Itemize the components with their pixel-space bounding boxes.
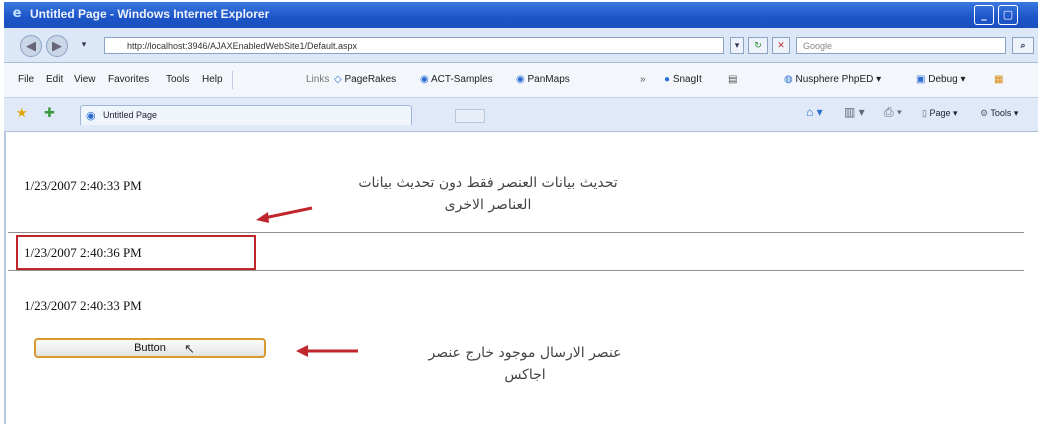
nusphere-label: Nusphere PhpED: [795, 74, 874, 85]
window-title: Untitled Page - Windows Internet Explore…: [30, 7, 270, 21]
arrow-icon: [296, 345, 358, 357]
link-panmaps[interactable]: ◉ PanMaps: [516, 74, 570, 85]
debug-button[interactable]: ▣ Debug ▾: [916, 74, 966, 85]
tab-label: Untitled Page: [103, 110, 158, 120]
menu-edit[interactable]: Edit: [46, 74, 63, 85]
links-label: Links: [306, 74, 330, 85]
annotation-line: عنصر الارسال موجود خارج عنصر: [428, 345, 622, 361]
menu-file[interactable]: File: [18, 74, 34, 85]
update-panel-top-border: [8, 232, 1024, 233]
annotation-line: اجاكس: [504, 367, 546, 383]
annotation-line: العناصر الاخرى: [444, 197, 532, 213]
link-icon: ◇: [334, 74, 345, 85]
maximize-button[interactable]: ▢: [998, 5, 1018, 25]
menu-bar: File Edit View Favorites Tools Help Link…: [4, 63, 1038, 98]
stop-icon[interactable]: ✕: [772, 37, 790, 54]
timestamp-top: 1/23/2007 2:40:33 PM: [24, 178, 142, 193]
annotation-submit-outside: عنصر الارسال موجود خارج عنصر اجاكس: [390, 342, 660, 386]
new-tab-button[interactable]: [455, 109, 485, 123]
forward-button[interactable]: ▶: [46, 35, 68, 57]
title-bar: e Untitled Page - Windows Internet Explo…: [4, 2, 1038, 28]
favorites-star-icon[interactable]: ★: [16, 105, 28, 121]
debug-label: Debug: [928, 74, 958, 85]
snagit-icon: ●: [664, 74, 673, 85]
annotation-partial-update: تحديث بيانات العنصر فقط دون تحديث بيانات…: [318, 172, 658, 216]
snagit-label: SnagIt: [672, 74, 702, 85]
page-menu[interactable]: ▯ Page ▾: [922, 108, 958, 119]
chevron-down-icon: ▾: [1011, 108, 1019, 118]
chevron-more-icon[interactable]: »: [640, 74, 646, 85]
gear-icon: ⚙: [980, 108, 991, 118]
address-dropdown-icon[interactable]: ▾: [730, 37, 744, 54]
page-menu-label: Page: [929, 108, 951, 118]
menu-divider: [232, 71, 233, 89]
timestamp-bottom: 1/23/2007 2:40:33 PM: [24, 298, 142, 313]
toolbar-icon[interactable]: ▤: [728, 74, 737, 85]
nusphere-icon: ◍: [784, 74, 796, 85]
update-panel-bottom-border: [8, 270, 1024, 271]
page-content: 1/23/2007 2:40:33 PM تحديث بيانات العنصر…: [4, 132, 1038, 424]
ie-page-icon: ◉: [420, 74, 431, 85]
annotation-line: تحديث بيانات العنصر فقط دون تحديث بيانات: [358, 175, 618, 191]
back-button[interactable]: ◀: [20, 35, 42, 57]
link-panmaps-label: PanMaps: [527, 74, 570, 85]
tab-bar: ★ ✚ ◉ Untitled Page ⌂ ▾ ▥ ▾ ⎙ ▾ ▯ Page ▾…: [4, 98, 1038, 133]
ie-logo-icon: e: [12, 6, 22, 21]
refresh-icon[interactable]: ↻: [748, 37, 768, 54]
debug-icon: ▣: [916, 74, 929, 85]
mouse-cursor-icon: ↖: [184, 342, 195, 357]
ie-page-icon: ◉: [86, 109, 96, 122]
chevron-down-icon: ▾: [950, 108, 958, 118]
add-favorites-icon[interactable]: ✚: [44, 105, 55, 121]
nusphere-button[interactable]: ◍ Nusphere PhpED ▾: [784, 74, 881, 85]
link-pagerakes[interactable]: ◇ PageRakes: [334, 74, 396, 85]
tools-menu[interactable]: ⚙ Tools ▾: [980, 108, 1018, 119]
browser-window: e Untitled Page - Windows Internet Explo…: [0, 0, 1038, 424]
print-icon[interactable]: ⎙ ▾: [884, 105, 902, 120]
address-input[interactable]: http://localhost:3946/AJAXEnabledWebSite…: [104, 37, 724, 54]
minimize-button[interactable]: _: [974, 5, 994, 25]
menu-help[interactable]: Help: [202, 74, 223, 85]
arrow-icon: [256, 206, 313, 223]
extra-toolbar-icon[interactable]: ▦: [994, 74, 1003, 85]
link-act-samples[interactable]: ◉ ACT-Samples: [420, 74, 493, 85]
feeds-icon[interactable]: ▥ ▾: [844, 105, 865, 119]
address-bar: ◀ ▶ ▾ ◉ http://localhost:3946/AJAXEnable…: [4, 28, 1038, 63]
chevron-down-icon: ▾: [873, 74, 882, 85]
link-pagerakes-label: PageRakes: [344, 74, 397, 85]
timestamp-updatepanel: 1/23/2007 2:40:36 PM: [24, 245, 142, 260]
link-act-samples-label: ACT-Samples: [430, 74, 493, 85]
search-icon[interactable]: ⌕: [1012, 37, 1034, 54]
submit-button[interactable]: Button: [34, 338, 266, 358]
tools-menu-label: Tools: [990, 108, 1012, 118]
search-input[interactable]: Google: [796, 37, 1006, 54]
menu-favorites[interactable]: Favorites: [108, 74, 149, 85]
history-dropdown-icon[interactable]: ▾: [76, 37, 92, 54]
snagit-button[interactable]: ● SnagIt: [664, 74, 702, 85]
chevron-down-icon: ▾: [957, 74, 966, 85]
home-icon[interactable]: ⌂ ▾: [806, 105, 823, 119]
ie-page-icon: ◉: [516, 74, 528, 85]
tab-untitled-page[interactable]: ◉ Untitled Page: [80, 105, 485, 125]
menu-view[interactable]: View: [74, 74, 96, 85]
menu-tools[interactable]: Tools: [166, 74, 189, 85]
